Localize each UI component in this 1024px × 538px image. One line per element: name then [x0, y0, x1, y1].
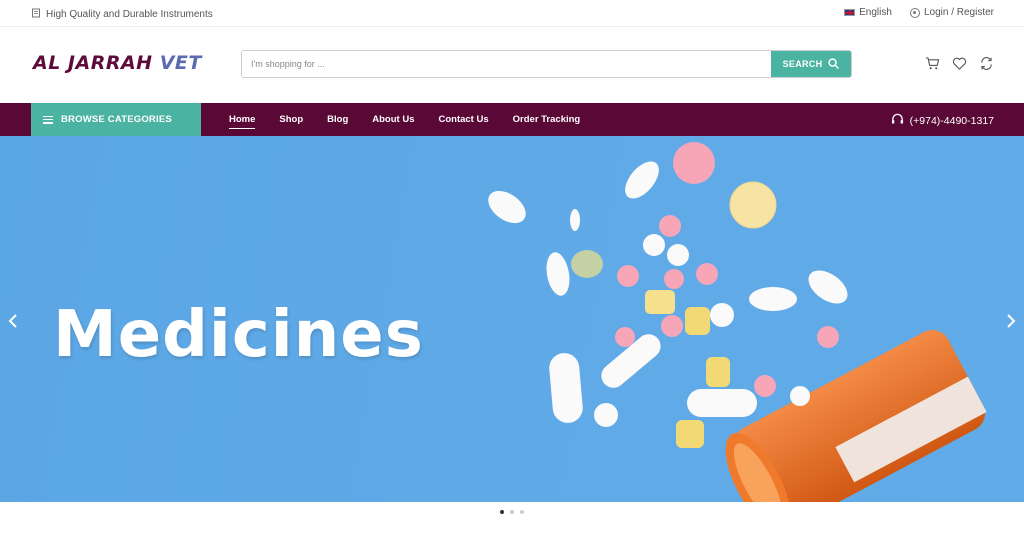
slider-dot-1[interactable] [500, 510, 504, 514]
site-logo[interactable]: AL JARRAH VET [33, 52, 202, 74]
hero-slider: Medicines [0, 136, 1024, 502]
nav-link-contact-us[interactable]: Contact Us [438, 111, 488, 128]
main-nav: BROWSE CATEGORIES Home Shop Blog About U… [0, 103, 1024, 136]
logo-text-vet: VET [159, 52, 202, 74]
heart-icon[interactable] [952, 56, 967, 71]
slider-dot-2[interactable] [510, 510, 514, 514]
compare-icon[interactable] [979, 56, 994, 71]
logo-text-main: AL JARRAH [33, 52, 160, 74]
headset-icon [891, 113, 904, 129]
nav-link-order-tracking[interactable]: Order Tracking [513, 111, 581, 128]
login-register-label: Login / Register [923, 7, 994, 18]
hero-title: Medicines [53, 298, 424, 372]
hamburger-menu-icon [43, 115, 53, 124]
search-button-label: SEARCH [782, 59, 823, 69]
nav-link-home[interactable]: Home [229, 111, 256, 129]
language-label: English [859, 7, 892, 18]
top-bar: High Quality and Durable Instruments Eng… [0, 0, 1024, 27]
phone-number: (+974)-4490-1317 [909, 115, 994, 127]
slider-prev-arrow[interactable] [6, 311, 20, 331]
search-button[interactable]: SEARCH [771, 51, 851, 77]
slider-dot-3[interactable] [520, 510, 524, 514]
header: AL JARRAH VET SEARCH [0, 27, 1024, 103]
browse-categories-label: BROWSE CATEGORIES [61, 114, 172, 125]
search-input[interactable] [242, 51, 771, 77]
nav-link-shop[interactable]: Shop [279, 111, 303, 128]
instrument-icon [31, 8, 41, 21]
cart-icon[interactable] [925, 56, 940, 71]
language-selector[interactable]: English [844, 7, 892, 18]
nav-links: Home Shop Blog About Us Contact Us Order… [229, 103, 580, 136]
search-bar: SEARCH [241, 50, 852, 78]
tagline-group: High Quality and Durable Instruments [31, 8, 213, 21]
uk-flag-icon [844, 9, 856, 16]
login-register-link[interactable]: Login / Register [909, 7, 994, 18]
slider-pagination [0, 510, 1024, 514]
slider-next-arrow[interactable] [1004, 311, 1018, 331]
user-icon [909, 7, 920, 18]
search-icon [828, 57, 840, 71]
tagline-text: High Quality and Durable Instruments [46, 9, 213, 20]
browse-categories-button[interactable]: BROWSE CATEGORIES [31, 103, 201, 136]
nav-link-about-us[interactable]: About Us [372, 111, 414, 128]
phone-contact[interactable]: (+974)-4490-1317 [891, 113, 994, 129]
nav-link-blog[interactable]: Blog [327, 111, 348, 128]
